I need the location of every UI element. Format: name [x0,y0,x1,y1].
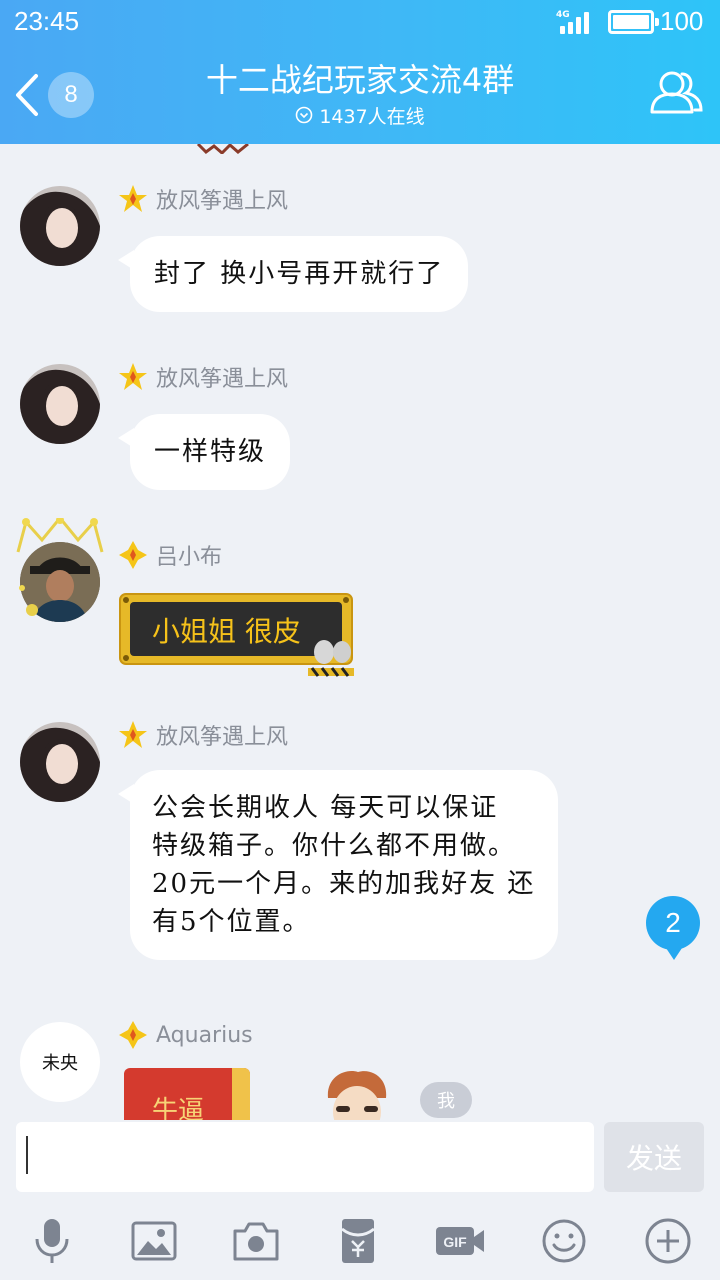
red-packet-flap [232,1068,250,1120]
avatar[interactable] [20,722,100,802]
sender-name: 放风筝遇上风 [156,367,289,392]
input-toolbar: GIF [0,1200,720,1280]
sender-row: 吕小布 [118,540,222,570]
sender-row: 放风筝遇上风 [118,362,288,392]
group-members-icon[interactable] [648,66,704,118]
message-bubble[interactable]: 封了 换小号再开就行了 [117,236,469,312]
custom-message-bubble[interactable]: 小姐姐 很皮 [118,588,356,678]
more-button[interactable] [640,1214,696,1268]
message-text: 小姐姐 很皮 [152,615,301,648]
sender-name: Aquarius [156,1022,253,1048]
avatar[interactable] [20,364,100,444]
sender-name: 放风筝遇上风 [156,189,289,214]
star-badge-icon [119,363,147,390]
signal-icon: 4G [556,10,596,34]
emoji-icon [542,1219,586,1263]
image-button[interactable] [126,1214,182,1268]
sender-row: 放风筝遇上风 [118,184,288,214]
cartoon-sticker[interactable] [322,1068,392,1120]
camera-button[interactable] [228,1214,284,1268]
input-bar: 发送 [0,1120,720,1200]
svg-text:GIF: GIF [443,1234,467,1250]
battery-level: 100 [660,6,704,36]
message-input[interactable] [16,1122,594,1192]
camera-icon [233,1222,279,1261]
status-time: 23:45 [14,6,80,36]
star-badge-icon [119,185,147,212]
gif-button[interactable]: GIF [432,1214,488,1268]
unread-count-badge: 8 [48,72,94,118]
sender-name: 吕小布 [156,545,223,570]
star-badge-icon [119,541,147,569]
sticker-fragment [196,144,249,154]
new-message-count-badge[interactable]: 2 [646,896,700,960]
avatar[interactable] [20,186,100,266]
plus-icon [645,1218,691,1264]
microphone-icon [35,1219,69,1263]
gif-icon: GIF [436,1227,484,1255]
emoji-button[interactable] [536,1214,592,1268]
partial-message-row: 牛逼 我 [0,1068,720,1120]
online-count: 1437人在线 [319,105,425,128]
message-list[interactable]: 放风筝遇上风 封了 换小号再开就行了 放风筝遇上风 一样特级 吕小布 小姐姐 很… [0,144,720,1120]
star-badge-icon [119,1021,147,1049]
back-button[interactable]: 8 [10,70,100,120]
voice-button[interactable] [24,1214,80,1268]
message-bubble[interactable]: 公会长期收人 每天可以保证 特级箱子。你什么都不用做。20元一个月。来的加我好友… [118,770,558,960]
me-tag: 我 [420,1082,472,1118]
message-bubble[interactable]: 一样特级 [117,414,291,490]
sender-name: 放风筝遇上风 [156,725,289,750]
send-button[interactable]: 发送 [604,1122,704,1192]
sender-row: Aquarius [118,1020,253,1050]
sender-row: 放风筝遇上风 [118,720,288,750]
avatar-frame-icon [16,518,104,616]
image-icon [131,1221,177,1261]
status-bar: 23:45 4G 100 [0,0,720,44]
star-badge-icon [119,721,147,748]
red-packet-button[interactable] [330,1214,386,1268]
chevron-down-circle-icon [296,106,313,124]
text-caret [26,1136,28,1174]
red-packet-text: 牛逼 [152,1096,205,1120]
chat-header: 23:45 4G 100 8 十二战纪玩家交流4群 1437人在线 [0,0,720,144]
red-packet-card[interactable]: 牛逼 [124,1068,250,1120]
red-packet-icon [341,1219,375,1263]
chevron-left-icon [16,74,38,116]
battery-icon [608,10,659,34]
group-title[interactable]: 十二战纪玩家交流4群 [150,58,570,102]
online-status[interactable]: 1437人在线 [210,102,510,128]
